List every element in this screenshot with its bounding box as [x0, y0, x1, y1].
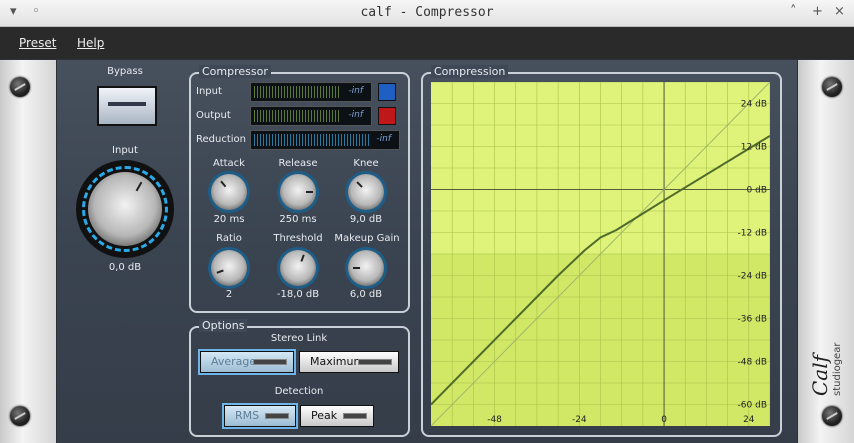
- ratio-knob[interactable]: [211, 250, 247, 286]
- stereo-link-label: Stereo Link: [270, 333, 328, 344]
- compressor-title: Compressor: [199, 65, 271, 78]
- y-tick-label: -48 dB: [738, 358, 767, 368]
- x-tick-label: -48: [487, 415, 502, 425]
- menu-preset[interactable]: Preset: [19, 36, 56, 50]
- release-value: 250 ms: [279, 214, 317, 225]
- knee-label: Knee: [353, 158, 379, 169]
- threshold-knob[interactable]: [280, 250, 316, 286]
- x-tick-label: 24: [743, 415, 755, 425]
- menu-help[interactable]: Help: [77, 36, 104, 50]
- makeup-gain-value: 6,0 dB: [349, 289, 383, 300]
- minimize-icon[interactable]: ˄: [790, 4, 797, 19]
- input-gain-label: Input: [112, 145, 138, 156]
- attack-value: 20 ms: [213, 214, 245, 225]
- threshold-label: Threshold: [273, 233, 323, 244]
- input-clip-led: [378, 83, 396, 101]
- screw-icon: [822, 77, 842, 97]
- options-title: Options: [199, 319, 248, 332]
- x-tick-label: 0: [661, 415, 667, 425]
- knee-knob[interactable]: [348, 174, 384, 210]
- stereo-link-average-button[interactable]: Average: [200, 351, 294, 373]
- y-tick-label: -12 dB: [738, 229, 767, 239]
- attack-label: Attack: [213, 158, 245, 169]
- window-title: calf - Compressor: [360, 5, 494, 20]
- screw-icon: [10, 77, 30, 97]
- meter-reduction: -inf: [250, 130, 400, 150]
- maximize-icon[interactable]: +: [812, 4, 823, 19]
- x-tick-label: -24: [572, 415, 587, 425]
- output-clip-led: [378, 107, 396, 125]
- knee-value: 9,0 dB: [349, 214, 383, 225]
- y-tick-label: -36 dB: [738, 315, 767, 325]
- y-tick-label: -24 dB: [738, 272, 767, 282]
- input-gain-knob[interactable]: [88, 172, 162, 246]
- y-tick-label: 12 dB: [741, 143, 767, 153]
- meter-reduction-label: Reduction: [196, 134, 246, 145]
- right-rack-rail: Calf studiogear: [798, 60, 854, 443]
- meter-input: -inf: [250, 82, 372, 102]
- makeup-gain-label: Makeup Gain: [334, 233, 400, 244]
- y-tick-label: 24 dB: [741, 100, 767, 110]
- ratio-label: Ratio: [216, 233, 242, 244]
- detection-peak-button[interactable]: Peak: [300, 405, 374, 427]
- bypass-label: Bypass: [107, 66, 143, 77]
- meter-input-label: Input: [196, 86, 222, 97]
- window-titlebar: ▾ ◦ calf - Compressor ˄ + ×: [0, 0, 854, 27]
- input-gain-value: 0,0 dB: [108, 262, 142, 273]
- screw-icon: [10, 406, 30, 426]
- stereo-link-maximum-button[interactable]: Maximum: [299, 351, 399, 373]
- meter-output: -inf: [250, 106, 372, 126]
- detection-label: Detection: [274, 386, 324, 397]
- left-rack-rail: [0, 60, 56, 443]
- threshold-value: -18,0 dB: [276, 289, 320, 300]
- compression-graph: 24 dB 12 dB 0 dB -12 dB -24 dB -36 dB -48 dB -6…: [430, 81, 771, 427]
- close-icon[interactable]: ×: [834, 4, 845, 19]
- screw-icon: [822, 406, 842, 426]
- bypass-button[interactable]: [97, 86, 157, 126]
- compression-title: Compression: [431, 65, 509, 78]
- detection-rms-button[interactable]: RMS: [224, 405, 296, 427]
- y-tick-label: 0 dB: [747, 186, 767, 196]
- menu-bar: Preset Help: [0, 27, 854, 59]
- makeup-gain-knob[interactable]: [348, 250, 384, 286]
- y-tick-label: -60 dB: [738, 401, 767, 411]
- release-knob[interactable]: [280, 174, 316, 210]
- attack-knob[interactable]: [211, 174, 247, 210]
- release-label: Release: [278, 158, 318, 169]
- compression-chart-svg: 24 dB 12 dB 0 dB -12 dB -24 dB -36 dB -48 dB -6…: [430, 81, 771, 427]
- ratio-value: 2: [225, 289, 233, 300]
- meter-output-label: Output: [196, 110, 231, 121]
- calf-logo: Calf studiogear: [808, 342, 843, 396]
